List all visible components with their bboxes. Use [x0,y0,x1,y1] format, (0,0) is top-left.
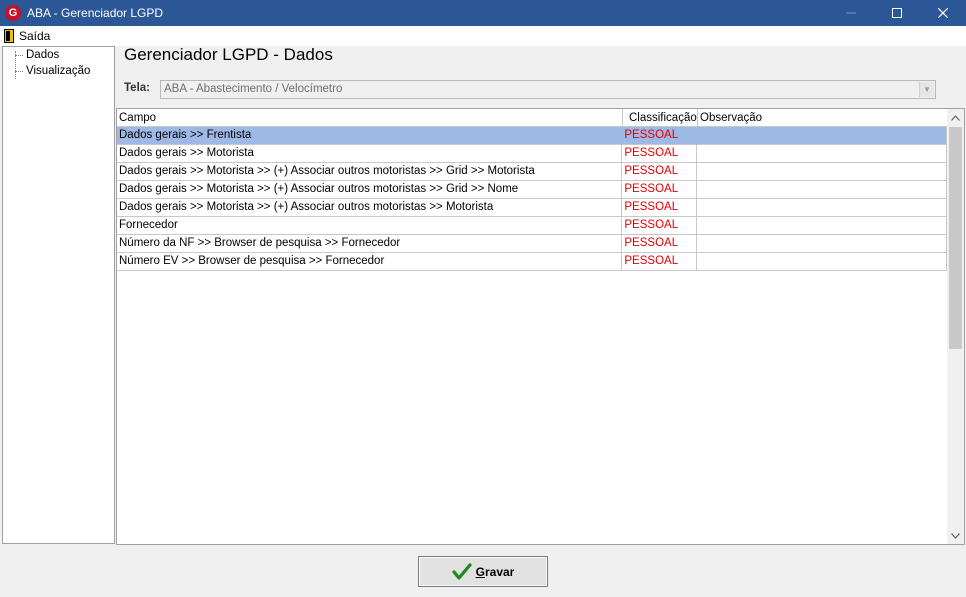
cell-campo[interactable]: Dados gerais >> Motorista >> (+) Associa… [117,199,623,217]
save-button[interactable]: Gravar [418,556,548,587]
cell-classificacao[interactable]: PESSOAL [622,217,698,235]
cell-campo[interactable]: Número da NF >> Browser de pesquisa >> F… [117,235,623,253]
scrollbar-thumb[interactable] [949,127,962,349]
cell-observacao[interactable] [697,253,946,271]
window-title: ABA - Gerenciador LGPD [27,6,164,20]
save-button-accesskey: G [475,564,485,579]
chevron-down-icon[interactable]: ▼ [919,82,934,97]
minimize-button[interactable] [828,0,874,26]
cell-classificacao[interactable]: PESSOAL [622,235,698,253]
minimize-icon [846,12,856,14]
cell-observacao[interactable] [697,235,946,253]
table-row[interactable]: Número da NF >> Browser de pesquisa >> F… [117,235,947,253]
cell-classificacao[interactable]: PESSOAL [622,145,698,163]
table-row[interactable]: Dados gerais >> Motorista >> (+) Associa… [117,163,947,181]
table-row[interactable]: Fornecedor PESSOAL [117,217,947,235]
tree-item-dados[interactable]: Dados [3,47,114,63]
cell-classificacao[interactable]: PESSOAL [622,127,698,145]
table-row[interactable]: Dados gerais >> Motorista >> (+) Associa… [117,199,947,217]
scroll-down-button[interactable] [947,527,964,544]
screen-select-value: ABA - Abastecimento / Velocímetro [164,83,343,95]
app-logo-icon: G [5,5,21,21]
door-exit-icon [4,29,14,43]
menu-bar: Saída [0,26,966,46]
close-icon [938,8,948,18]
chevron-up-icon [951,114,960,121]
scroll-up-button[interactable] [947,109,964,126]
table-row[interactable]: Dados gerais >> Motorista PESSOAL [117,145,947,163]
grid-header: Campo Classificação Observação [117,109,947,127]
cell-observacao[interactable] [697,181,946,199]
screen-label: Tela: [124,82,150,94]
cell-observacao[interactable] [697,145,946,163]
title-bar: G ABA - Gerenciador LGPD [0,0,966,26]
window-controls [828,0,966,26]
cell-observacao[interactable] [697,199,946,217]
cell-campo[interactable]: Dados gerais >> Motorista >> (+) Associa… [117,181,623,199]
cell-campo[interactable]: Dados gerais >> Motorista >> (+) Associa… [117,163,623,181]
screen-select[interactable]: ABA - Abastecimento / Velocímetro ▼ [160,80,936,99]
maximize-button[interactable] [874,0,920,26]
cell-observacao[interactable] [697,127,946,145]
grid-body: Dados gerais >> Frentista PESSOAL Dados … [117,127,947,271]
close-button[interactable] [920,0,966,26]
cell-classificacao[interactable]: PESSOAL [622,199,698,217]
table-row[interactable]: Dados gerais >> Motorista >> (+) Associa… [117,181,947,199]
cell-observacao[interactable] [697,217,946,235]
table-row[interactable]: Número EV >> Browser de pesquisa >> Forn… [117,253,947,271]
save-button-label: ravar [484,564,515,579]
cell-campo[interactable]: Fornecedor [117,217,623,235]
column-header-classificacao[interactable]: Classificação [623,109,698,127]
maximize-icon [892,8,902,18]
chevron-down-icon [951,532,960,539]
column-header-observacao[interactable]: Observação [698,109,947,127]
menu-item-saida[interactable]: Saída [4,29,50,43]
column-header-campo[interactable]: Campo [117,109,623,127]
check-icon [452,562,472,580]
cell-observacao[interactable] [697,163,946,181]
cell-classificacao[interactable]: PESSOAL [622,163,698,181]
cell-campo[interactable]: Número EV >> Browser de pesquisa >> Forn… [117,253,623,271]
tree-item-visualizacao[interactable]: Visualização [3,63,114,79]
cell-classificacao[interactable]: PESSOAL [622,253,698,271]
page-title: Gerenciador LGPD - Dados [124,45,333,64]
vertical-scrollbar[interactable] [947,109,964,544]
data-grid: Campo Classificação Observação Dados ger… [116,108,965,545]
table-row[interactable]: Dados gerais >> Frentista PESSOAL [117,127,947,145]
cell-campo[interactable]: Dados gerais >> Frentista [117,127,623,145]
cell-classificacao[interactable]: PESSOAL [622,181,698,199]
navigation-tree: Dados Visualização [2,46,115,544]
menu-item-label: Saída [19,29,51,43]
cell-campo[interactable]: Dados gerais >> Motorista [117,145,623,163]
